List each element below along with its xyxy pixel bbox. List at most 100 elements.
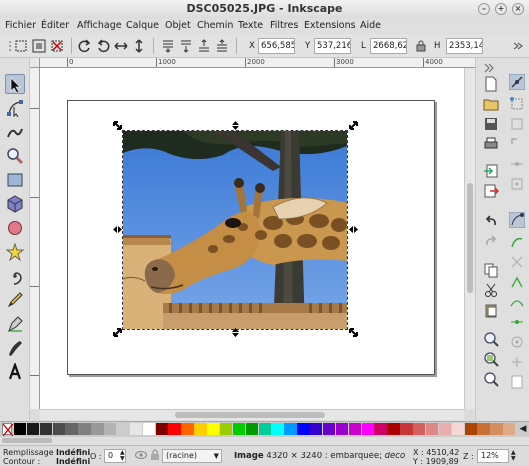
- snap-bbox-corners-icon[interactable]: [509, 136, 525, 152]
- menu-affichage[interactable]: Affichage: [77, 19, 122, 32]
- palette-swatch[interactable]: [361, 423, 374, 435]
- zoom-selection-icon[interactable]: [483, 331, 499, 347]
- raise-icon[interactable]: [197, 39, 211, 53]
- pencil-tool[interactable]: [5, 290, 25, 310]
- selector-tool[interactable]: [5, 74, 25, 94]
- menu-calque[interactable]: Calque: [126, 19, 159, 32]
- menu-aide[interactable]: Aide: [360, 19, 381, 32]
- palette-swatch[interactable]: [52, 423, 65, 435]
- menu-editer[interactable]: Éditer: [41, 19, 69, 32]
- scale-handle-bottom[interactable]: [231, 328, 240, 337]
- scale-handle-bottom-left[interactable]: [113, 328, 122, 337]
- palette-swatch[interactable]: [335, 423, 349, 435]
- palette-swatch[interactable]: [142, 423, 156, 435]
- no-paint-swatch[interactable]: [2, 423, 14, 437]
- snap-midpoints-icon[interactable]: [509, 314, 525, 330]
- opacity-spin-icon[interactable]: ▲ ▼: [120, 450, 125, 462]
- box3d-tool[interactable]: [5, 194, 25, 214]
- undo-icon[interactable]: [483, 213, 499, 229]
- overflow-icon[interactable]: [481, 60, 497, 76]
- minimize-button[interactable]: –: [478, 3, 490, 15]
- palette-swatch[interactable]: [168, 423, 181, 435]
- snap-bbox-icon[interactable]: [509, 96, 525, 112]
- rectangle-tool[interactable]: [5, 170, 25, 190]
- snap-rotation-center-icon[interactable]: [509, 354, 525, 370]
- height-field[interactable]: 2353,14: [446, 38, 483, 54]
- layer-lock-icon[interactable]: [150, 449, 160, 463]
- palette-swatch[interactable]: [490, 423, 503, 435]
- palette-swatch[interactable]: [425, 423, 439, 435]
- palette-swatch[interactable]: [284, 423, 297, 435]
- stroke-value[interactable]: Indéfini: [56, 457, 90, 466]
- calligraphy-tool[interactable]: [5, 338, 25, 358]
- horizontal-scroll-thumb[interactable]: [175, 412, 325, 418]
- palette-swatch[interactable]: [39, 423, 53, 435]
- y-field[interactable]: 537,216: [314, 38, 351, 54]
- width-field[interactable]: 2668,62: [370, 38, 407, 54]
- rotate-cw-icon[interactable]: [96, 39, 110, 53]
- scale-handle-top[interactable]: [231, 121, 240, 130]
- lower-icon[interactable]: [179, 39, 193, 53]
- flip-horizontal-icon[interactable]: [114, 39, 128, 53]
- snap-page-border-icon[interactable]: [509, 374, 525, 390]
- palette-swatch[interactable]: [271, 423, 284, 435]
- export-icon[interactable]: [483, 183, 500, 199]
- snap-cusp-nodes-icon[interactable]: [509, 274, 525, 290]
- palette-swatch[interactable]: [78, 423, 91, 435]
- palette-scrollbar[interactable]: [0, 437, 529, 445]
- palette-swatch[interactable]: [258, 423, 271, 435]
- menu-extensions[interactable]: Extensions: [304, 19, 356, 32]
- scale-handle-left[interactable]: [113, 225, 122, 234]
- snap-smooth-nodes-icon[interactable]: [509, 294, 525, 310]
- palette-swatch[interactable]: [477, 423, 490, 435]
- palette-swatch[interactable]: [297, 423, 310, 435]
- overflow-arrow-icon[interactable]: [510, 39, 524, 53]
- cut-icon[interactable]: [483, 282, 499, 298]
- palette-swatch[interactable]: [104, 423, 117, 435]
- zoom-tool[interactable]: [5, 146, 25, 166]
- palette-swatch[interactable]: [438, 423, 452, 435]
- text-tool[interactable]: [5, 362, 25, 382]
- palette-scroll-thumb[interactable]: [2, 438, 52, 443]
- node-tool[interactable]: [5, 98, 25, 118]
- scale-handle-top-left[interactable]: [113, 121, 122, 130]
- palette-swatch[interactable]: [464, 423, 477, 435]
- embedded-image[interactable]: [122, 130, 348, 330]
- palette-swatch[interactable]: [400, 423, 413, 435]
- palette-swatch[interactable]: [207, 423, 220, 435]
- vertical-scroll-thumb[interactable]: [467, 183, 473, 293]
- snap-bbox-center-icon[interactable]: [509, 176, 525, 192]
- vertical-ruler[interactable]: [30, 68, 40, 409]
- spiral-tool[interactable]: [5, 266, 25, 286]
- lower-to-bottom-icon[interactable]: [161, 39, 175, 53]
- save-icon[interactable]: [483, 116, 499, 132]
- select-all-layers-icon[interactable]: [32, 39, 46, 53]
- menu-fichier[interactable]: Fichier: [5, 19, 36, 32]
- new-document-icon[interactable]: [483, 76, 499, 92]
- snap-bbox-edges-icon[interactable]: [509, 116, 525, 132]
- maximize-button[interactable]: +: [495, 3, 507, 15]
- layer-select[interactable]: (racine) ▼: [162, 449, 222, 463]
- horizontal-ruler[interactable]: 0 1000 2000 3000 4000: [40, 58, 475, 68]
- menu-objet[interactable]: Objet: [165, 19, 191, 32]
- scale-handle-top-right[interactable]: [349, 121, 358, 130]
- snap-bbox-midpoints-icon[interactable]: [509, 156, 525, 172]
- x-field[interactable]: 656,585: [258, 38, 295, 54]
- menu-texte[interactable]: Texte: [238, 19, 263, 32]
- rotate-ccw-icon[interactable]: [78, 39, 92, 53]
- select-all-icon[interactable]: [14, 39, 28, 53]
- layer-visibility-icon[interactable]: [135, 450, 147, 462]
- deselect-icon[interactable]: [50, 39, 64, 53]
- palette-scroll-arrow-icon[interactable]: ◀: [518, 423, 528, 435]
- lock-icon[interactable]: [414, 39, 428, 53]
- ellipse-tool[interactable]: [5, 218, 25, 238]
- palette-swatch[interactable]: [26, 423, 40, 435]
- flip-vertical-icon[interactable]: [132, 39, 146, 53]
- palette-swatch[interactable]: [232, 423, 246, 435]
- fill-value[interactable]: Indéfini: [56, 448, 90, 457]
- palette-swatch[interactable]: [348, 423, 362, 435]
- menu-chemin[interactable]: Chemin: [197, 19, 233, 32]
- open-icon[interactable]: [483, 96, 499, 112]
- zoom-page-icon[interactable]: [483, 371, 499, 387]
- palette-swatch[interactable]: [219, 423, 233, 435]
